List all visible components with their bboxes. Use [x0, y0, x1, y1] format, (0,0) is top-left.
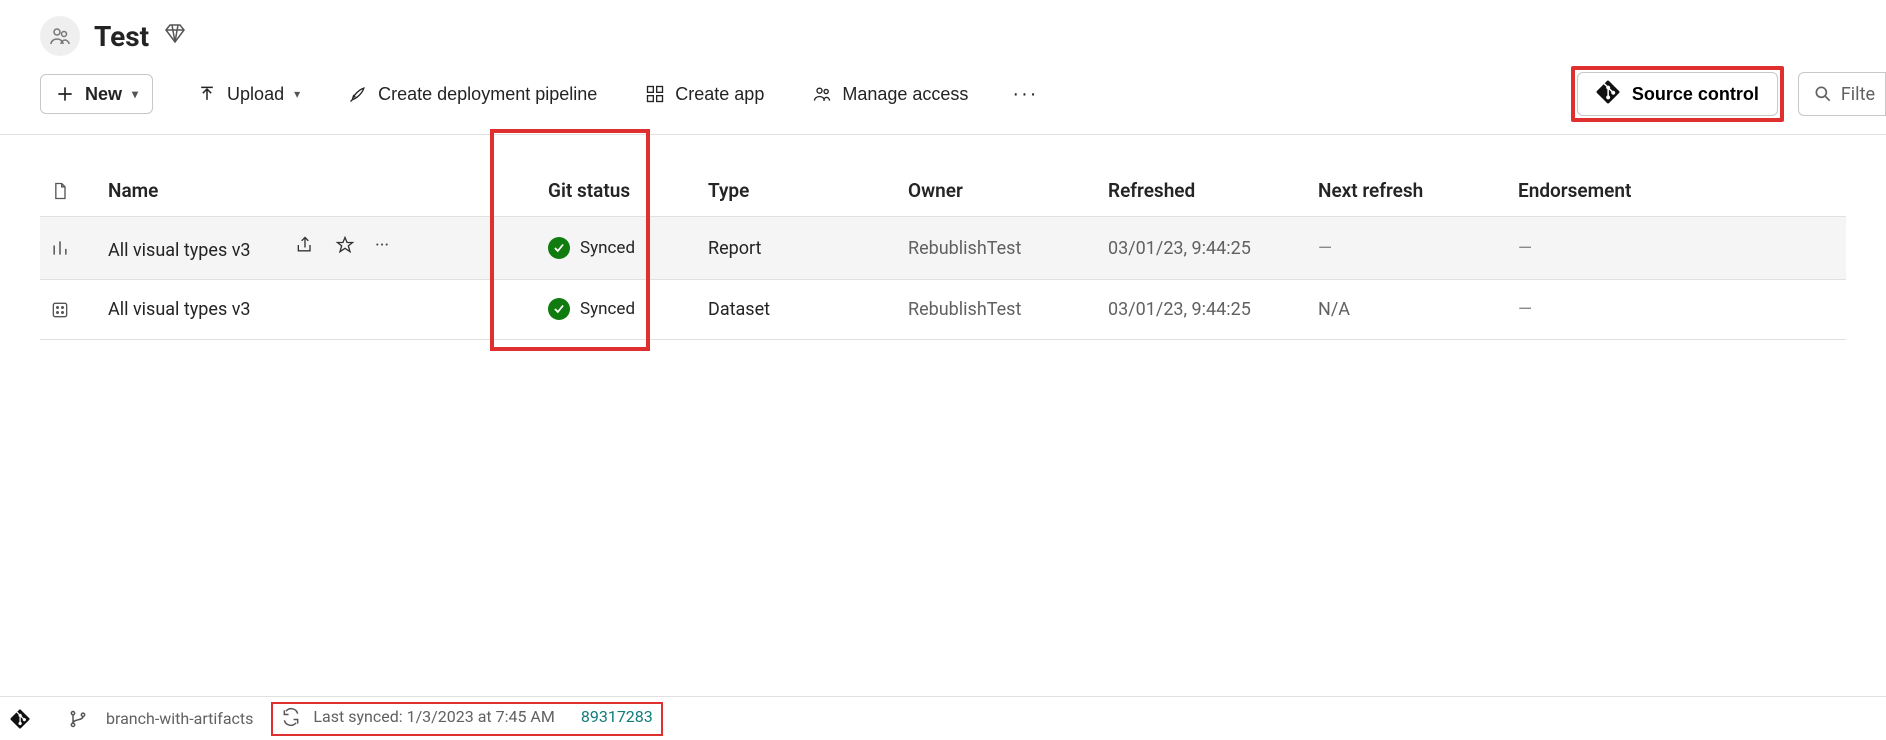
- plus-icon: [55, 84, 75, 104]
- endorsement-label: —: [1518, 299, 1532, 320]
- dataset-icon: [50, 300, 88, 320]
- git-icon: [1596, 80, 1620, 109]
- branch-icon: [68, 709, 88, 729]
- annotation-sync-status: Last synced: 1/3/2023 at 7:45 AM 8931728…: [271, 702, 662, 736]
- people-icon: [812, 84, 832, 104]
- filter-placeholder: Filte: [1841, 84, 1875, 105]
- content-table-wrap: Name Git status Type Owner Refreshed Nex…: [0, 135, 1886, 340]
- col-header-refreshed[interactable]: Refreshed: [1098, 165, 1308, 217]
- git-status-label: Synced: [580, 238, 635, 258]
- create-app-label: Create app: [675, 84, 764, 105]
- row-more-icon[interactable]: ···: [375, 235, 389, 256]
- report-icon: [50, 238, 88, 258]
- status-bar: branch-with-artifacts Last synced: 1/3/2…: [0, 696, 1886, 740]
- app-grid-icon: [645, 84, 665, 104]
- col-header-type-icon[interactable]: [40, 165, 98, 217]
- col-header-name[interactable]: Name: [98, 165, 538, 217]
- git-icon: [10, 709, 30, 729]
- workspace-header: Test: [0, 0, 1886, 66]
- checkmark-circle-icon: [548, 298, 570, 320]
- upload-button[interactable]: Upload ▾: [183, 74, 314, 114]
- item-name[interactable]: All visual types v3: [108, 240, 251, 261]
- table-header-row: Name Git status Type Owner Refreshed Nex…: [40, 165, 1846, 217]
- create-app-button[interactable]: Create app: [631, 74, 778, 114]
- more-options-button[interactable]: ···: [998, 74, 1052, 114]
- table-row[interactable]: All visual types v3 Synced Dataset Rebub…: [40, 280, 1846, 340]
- type-label: Report: [708, 238, 761, 259]
- toolbar: New ▾ Upload ▾ Create deployment pipelin…: [0, 66, 1886, 135]
- git-status-cell: Synced: [548, 237, 635, 259]
- col-header-endorsement[interactable]: Endorsement: [1508, 165, 1846, 217]
- create-pipeline-label: Create deployment pipeline: [378, 84, 597, 105]
- workspace-title: Test: [94, 20, 149, 53]
- new-button[interactable]: New ▾: [40, 74, 153, 114]
- row-actions: ···: [295, 235, 389, 256]
- premium-diamond-icon: [163, 22, 187, 50]
- source-control-button[interactable]: Source control: [1577, 72, 1778, 116]
- checkmark-circle-icon: [548, 237, 570, 259]
- upload-icon: [197, 84, 217, 104]
- branch-name[interactable]: branch-with-artifacts: [106, 709, 253, 728]
- sync-icon[interactable]: [281, 707, 301, 727]
- commit-hash[interactable]: 89317283: [581, 707, 653, 726]
- chevron-down-icon: ▾: [132, 87, 138, 101]
- owner-label: RebublishTest: [908, 238, 1021, 259]
- owner-label: RebublishTest: [908, 299, 1021, 320]
- annotation-source-control: Source control: [1571, 66, 1784, 122]
- new-button-label: New: [85, 84, 122, 105]
- upload-label: Upload: [227, 84, 284, 105]
- workspace-avatar-icon: [40, 16, 80, 56]
- manage-access-button[interactable]: Manage access: [798, 74, 982, 114]
- col-header-next-refresh[interactable]: Next refresh: [1308, 165, 1508, 217]
- chevron-down-icon: ▾: [294, 87, 300, 101]
- col-header-git-status[interactable]: Git status: [538, 165, 698, 217]
- col-header-type[interactable]: Type: [698, 165, 898, 217]
- col-header-owner[interactable]: Owner: [898, 165, 1098, 217]
- favorite-star-icon[interactable]: [335, 235, 355, 256]
- share-icon[interactable]: [295, 235, 315, 256]
- refreshed-label: 03/01/23, 9:44:25: [1108, 238, 1251, 259]
- table-row[interactable]: All visual types v3 ··· Synced: [40, 217, 1846, 280]
- content-table: Name Git status Type Owner Refreshed Nex…: [40, 165, 1846, 340]
- refreshed-label: 03/01/23, 9:44:25: [1108, 299, 1251, 320]
- next-refresh-label: N/A: [1318, 299, 1350, 320]
- item-name[interactable]: All visual types v3: [108, 299, 251, 320]
- search-icon: [1813, 84, 1833, 104]
- type-label: Dataset: [708, 299, 770, 320]
- create-pipeline-button[interactable]: Create deployment pipeline: [334, 74, 611, 114]
- git-status-label: Synced: [580, 299, 635, 319]
- manage-access-label: Manage access: [842, 84, 968, 105]
- last-synced-label: Last synced: 1/3/2023 at 7:45 AM: [313, 707, 554, 726]
- ellipsis-icon: ···: [1012, 83, 1038, 106]
- git-status-cell: Synced: [548, 298, 635, 320]
- endorsement-label: —: [1518, 238, 1532, 259]
- rocket-icon: [348, 84, 368, 104]
- next-refresh-label: —: [1318, 238, 1332, 259]
- filter-input-wrap[interactable]: Filte: [1798, 72, 1886, 116]
- source-control-label: Source control: [1632, 84, 1759, 105]
